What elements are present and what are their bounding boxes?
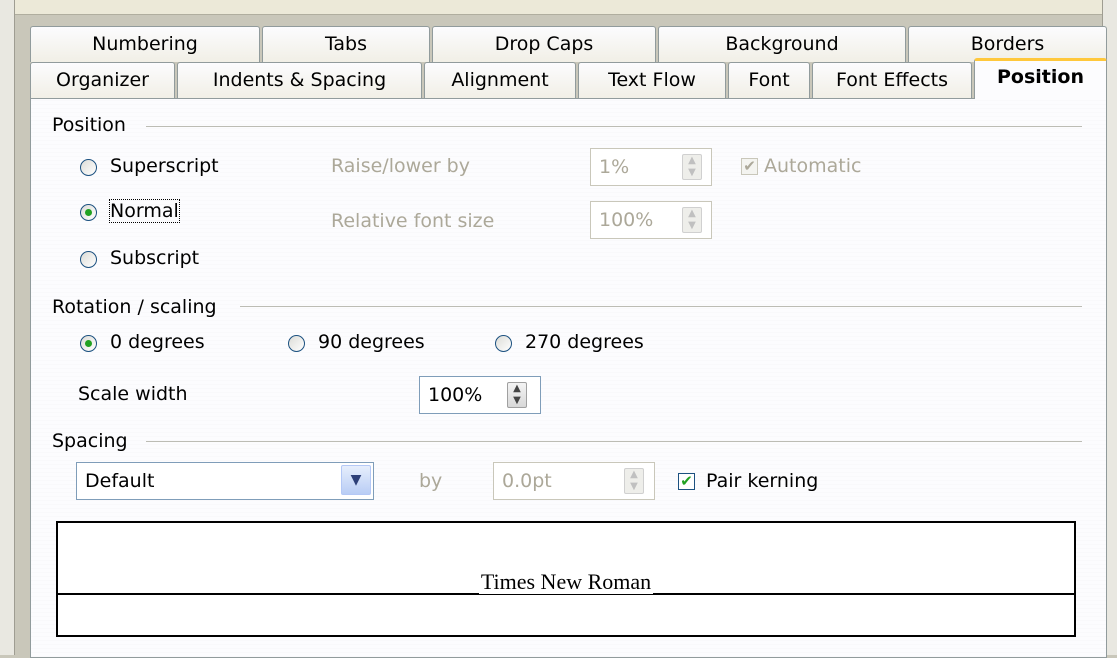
section-divider xyxy=(146,126,1082,127)
raise-lower-spinner-icon[interactable]: ▲ ▼ xyxy=(682,154,702,180)
preview-text: Times New Roman xyxy=(478,569,654,594)
chevron-down-icon[interactable]: ▼ xyxy=(341,465,371,495)
tab-drop-caps[interactable]: Drop Caps xyxy=(432,26,656,62)
tab-font[interactable]: Font xyxy=(728,62,810,98)
radio-0-degrees[interactable] xyxy=(80,335,97,352)
label-raise-lower: Raise/lower by xyxy=(331,155,470,177)
radio-superscript[interactable] xyxy=(80,159,97,176)
scale-width-spinner-icon[interactable]: ▲ ▼ xyxy=(507,382,527,408)
label-270-degrees[interactable]: 270 degrees xyxy=(525,331,644,353)
label-scale-width: Scale width xyxy=(78,383,188,405)
label-subscript[interactable]: Subscript xyxy=(110,247,199,269)
tab-numbering[interactable]: Numbering xyxy=(30,26,260,62)
preview-text-wrap: Times New Roman xyxy=(58,569,1074,595)
spacing-select-value: Default xyxy=(85,470,155,492)
label-pair-kerning[interactable]: Pair kerning xyxy=(706,470,818,492)
radio-normal[interactable] xyxy=(80,204,97,221)
relative-font-size-value: 100% xyxy=(599,209,654,231)
tab-borders[interactable]: Borders xyxy=(908,26,1107,62)
section-title-position: Position xyxy=(52,114,126,136)
label-90-degrees[interactable]: 90 degrees xyxy=(318,331,425,353)
spacing-select[interactable]: Default ▼ xyxy=(76,462,374,500)
section-title-rotation: Rotation / scaling xyxy=(52,296,217,318)
pair-kerning-checkbox[interactable]: ✔ xyxy=(678,473,695,490)
radio-subscript[interactable] xyxy=(80,251,97,268)
tab-indents-spacing[interactable]: Indents & Spacing xyxy=(177,62,422,98)
font-preview: Times New Roman xyxy=(56,521,1076,637)
tab-position[interactable]: Position xyxy=(974,58,1107,99)
window-left-edge xyxy=(0,0,15,655)
label-normal[interactable]: Normal xyxy=(109,199,180,223)
section-divider xyxy=(240,306,1082,307)
tab-tabs[interactable]: Tabs xyxy=(262,26,430,62)
spacing-by-spinner-icon[interactable]: ▲ ▼ xyxy=(624,468,644,494)
section-title-spacing: Spacing xyxy=(52,430,128,452)
tab-organizer[interactable]: Organizer xyxy=(30,62,175,98)
window-top-edge xyxy=(0,0,1117,15)
label-relative-font-size: Relative font size xyxy=(331,210,495,232)
tab-alignment[interactable]: Alignment xyxy=(424,62,576,98)
raise-lower-value: 1% xyxy=(599,156,630,178)
label-automatic[interactable]: Automatic xyxy=(764,155,861,177)
scale-width-value: 100% xyxy=(428,384,483,406)
radio-270-degrees[interactable] xyxy=(495,335,512,352)
label-by: by xyxy=(419,470,443,492)
label-superscript[interactable]: Superscript xyxy=(110,155,219,177)
automatic-checkbox[interactable]: ✔ xyxy=(741,158,758,175)
section-divider xyxy=(146,441,1082,442)
tab-background[interactable]: Background xyxy=(658,26,906,62)
spacing-by-value: 0.0pt xyxy=(502,470,552,492)
tab-font-effects[interactable]: Font Effects xyxy=(812,62,972,98)
radio-90-degrees[interactable] xyxy=(288,335,305,352)
tab-text-flow[interactable]: Text Flow xyxy=(578,62,726,98)
relative-font-spinner-icon[interactable]: ▲ ▼ xyxy=(682,207,702,233)
label-0-degrees[interactable]: 0 degrees xyxy=(110,331,205,353)
